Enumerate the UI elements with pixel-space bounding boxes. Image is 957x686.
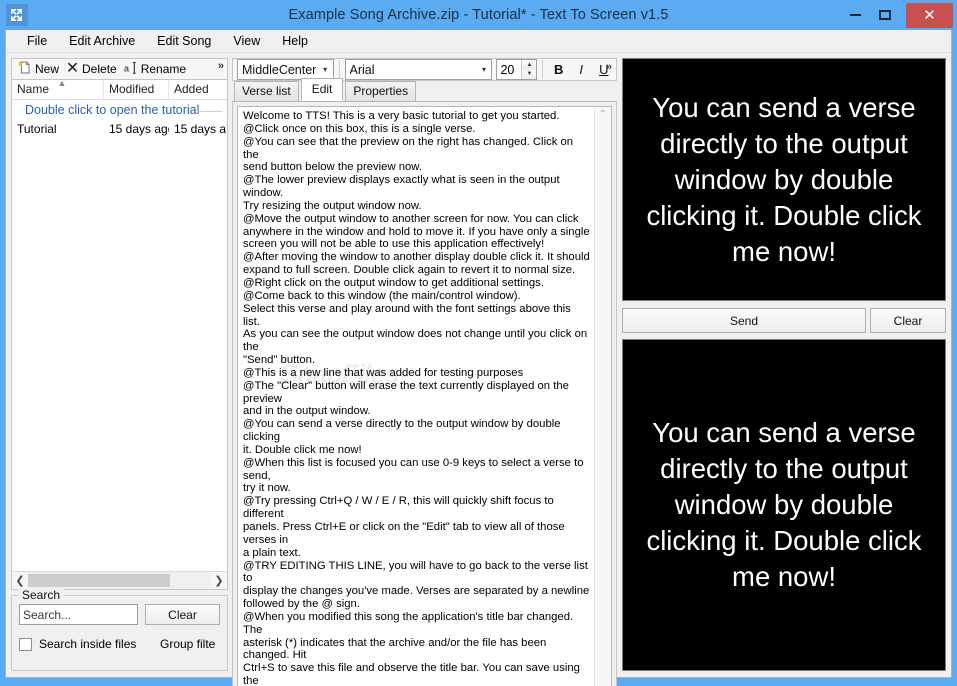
maximize-icon — [879, 10, 891, 20]
menu-item-view[interactable]: View — [222, 31, 271, 51]
editor-panel: MiddleCenter ▾ Arial ▾ 20 ▲ ▼ B I U » Ve… — [232, 58, 617, 686]
column-header-modified[interactable]: Modified — [104, 80, 169, 99]
editor-content[interactable]: Welcome to TTS! This is a very basic tut… — [238, 107, 594, 686]
spin-down-icon[interactable]: ▼ — [522, 69, 537, 79]
alignment-value: MiddleCenter — [242, 62, 317, 77]
delete-button[interactable]: Delete — [64, 60, 122, 78]
rename-button[interactable]: a Rename — [122, 60, 191, 79]
search-options: Search inside files Group filte — [19, 637, 220, 651]
file-list-header: Name ▲ Modified Added — [12, 80, 227, 100]
archive-toolbar: New Delete a Rename » — [11, 58, 228, 80]
column-header-added[interactable]: Added — [169, 80, 227, 99]
preview-panel: You can send a verse directly to the out… — [622, 58, 946, 671]
search-clear-button[interactable]: Clear — [145, 604, 220, 625]
column-header-name[interactable]: Name ▲ — [12, 80, 104, 99]
text-cursor-icon: a — [124, 61, 138, 78]
search-inside-files-label: Search inside files — [39, 637, 137, 651]
svg-text:a: a — [124, 63, 129, 73]
scroll-right-icon[interactable]: ❯ — [211, 574, 227, 587]
new-button[interactable]: New — [15, 59, 64, 79]
close-x-icon — [66, 61, 79, 77]
group-divider — [197, 111, 223, 112]
search-panel-legend: Search — [18, 588, 65, 602]
window-title: Example Song Archive.zip - Tutorial* - T… — [288, 7, 669, 23]
toolbar-separator — [542, 60, 544, 79]
tab-edit[interactable]: Edit — [300, 78, 344, 101]
menu-item-edit-archive[interactable]: Edit Archive — [58, 31, 146, 51]
search-input[interactable] — [19, 604, 138, 625]
file-list-group-header[interactable]: Double click to open the tutorial — [12, 100, 227, 120]
menu-item-edit-song[interactable]: Edit Song — [146, 31, 222, 51]
preview-bottom[interactable]: You can send a verse directly to the out… — [622, 339, 946, 671]
chevron-down-icon: ▾ — [323, 65, 328, 74]
menu-bar: File Edit Archive Edit Song View Help — [6, 30, 951, 53]
alignment-dropdown[interactable]: MiddleCenter ▾ — [237, 59, 334, 80]
editor-container: SnapFiles Welcome to TTS! This is a very… — [232, 102, 617, 686]
verse-text-editor[interactable]: SnapFiles Welcome to TTS! This is a very… — [237, 106, 612, 686]
search-row: Clear — [19, 604, 220, 625]
font-size-stepper[interactable]: 20 ▲ ▼ — [496, 59, 538, 80]
chevron-down-icon: ▾ — [481, 65, 486, 74]
row-added: 15 days a — [174, 122, 227, 136]
fullscreen-arrows-icon — [6, 4, 28, 26]
new-file-icon — [17, 60, 32, 78]
minimize-button[interactable] — [840, 3, 870, 27]
maximize-button[interactable] — [870, 3, 900, 27]
archive-panel: New Delete a Rename » Name ▲ Modified Ad… — [11, 58, 228, 671]
sort-ascending-icon: ▲ — [57, 80, 67, 88]
preview-button-row: Send Clear — [622, 308, 946, 333]
rename-button-label: Rename — [140, 62, 187, 76]
toolbar-separator — [338, 60, 340, 79]
font-toolbar-overflow-button[interactable]: » — [606, 61, 612, 73]
tab-strip: Verse list Edit Properties — [232, 78, 617, 102]
font-family-dropdown[interactable]: Arial ▾ — [344, 59, 493, 80]
bold-button[interactable]: B — [548, 59, 569, 80]
file-list[interactable]: Name ▲ Modified Added Double click to op… — [11, 80, 228, 590]
toolbar-overflow-button[interactable]: » — [218, 60, 224, 72]
send-button[interactable]: Send — [622, 308, 866, 333]
close-button[interactable]: ✕ — [906, 2, 953, 28]
spin-up-icon[interactable]: ▲ — [522, 60, 537, 70]
delete-button-label: Delete — [82, 62, 117, 76]
menu-item-help[interactable]: Help — [271, 31, 319, 51]
italic-button[interactable]: I — [571, 59, 592, 80]
minimize-icon — [849, 14, 861, 16]
preview-top[interactable]: You can send a verse directly to the out… — [622, 58, 946, 301]
table-row[interactable]: Tutorial 15 days ago 15 days a — [12, 120, 227, 138]
window-controls: ✕ — [840, 2, 953, 28]
column-header-name-label: Name — [17, 82, 50, 96]
row-modified: 15 days ago — [109, 122, 169, 136]
scroll-left-icon[interactable]: ❮ — [12, 574, 28, 587]
application-window: Example Song Archive.zip - Tutorial* - T… — [0, 0, 957, 686]
file-list-body: Double click to open the tutorial Tutori… — [12, 100, 227, 571]
font-size-spin-buttons: ▲ ▼ — [521, 60, 537, 79]
search-panel: Search Clear Search inside files Group f… — [11, 588, 228, 671]
font-family-value: Arial — [349, 62, 375, 77]
menu-item-file[interactable]: File — [16, 31, 58, 51]
scroll-up-icon[interactable]: ⌃ — [599, 107, 607, 122]
title-bar: Example Song Archive.zip - Tutorial* - T… — [0, 0, 957, 30]
new-button-label: New — [35, 62, 60, 76]
panels-container: New Delete a Rename » Name ▲ Modified Ad… — [6, 54, 951, 686]
scroll-thumb[interactable] — [28, 574, 170, 587]
group-filter-label[interactable]: Group filte — [160, 637, 220, 651]
search-inside-files-checkbox[interactable] — [19, 637, 32, 651]
clear-button[interactable]: Clear — [870, 308, 946, 333]
file-list-horizontal-scrollbar[interactable]: ❮ ❯ — [12, 571, 227, 589]
row-name: Tutorial — [17, 122, 57, 136]
tab-verse-list[interactable]: Verse list — [234, 81, 299, 102]
client-area: File Edit Archive Edit Song View Help Ne… — [5, 30, 952, 686]
scroll-track[interactable] — [28, 572, 211, 589]
font-size-value[interactable]: 20 — [497, 60, 521, 79]
editor-vertical-scrollbar[interactable]: ⌃ ⌄ — [594, 107, 611, 686]
tab-properties[interactable]: Properties — [345, 81, 417, 102]
group-header-label: Double click to open the tutorial — [25, 103, 200, 117]
font-toolbar: MiddleCenter ▾ Arial ▾ 20 ▲ ▼ B I U » — [232, 58, 617, 81]
